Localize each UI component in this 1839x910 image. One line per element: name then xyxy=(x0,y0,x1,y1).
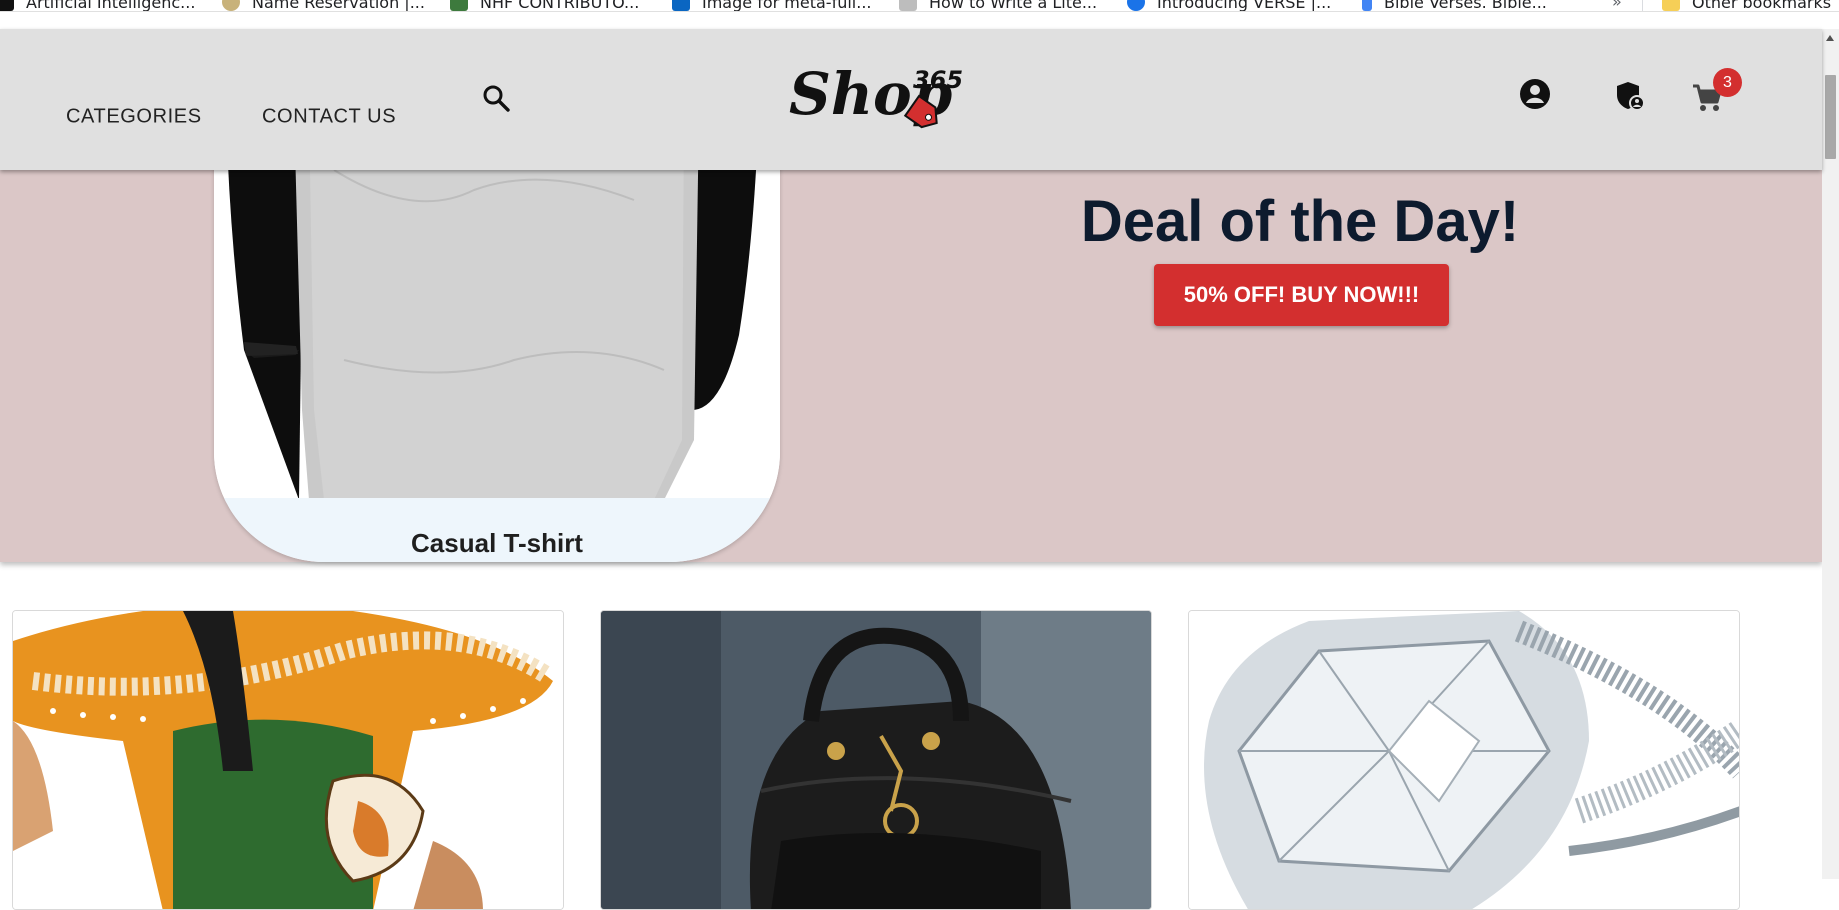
nav-categories-link[interactable]: CATEGORIES xyxy=(66,106,202,129)
product-card[interactable] xyxy=(12,610,564,910)
backpack-image xyxy=(601,611,1151,909)
bookmark-label: Introducing VERSE |... xyxy=(1157,0,1332,12)
bookmark-item[interactable]: Name Reservation |... xyxy=(222,0,425,12)
scroll-thumb[interactable] xyxy=(1825,75,1836,159)
bookmark-label: Bible Verses. Bible... xyxy=(1384,0,1547,12)
folder-icon xyxy=(1662,0,1680,11)
ai-favicon-icon xyxy=(0,0,14,11)
docs-favicon-icon xyxy=(1362,0,1372,11)
buy-now-button[interactable]: 50% OFF! BUY NOW!!! xyxy=(1154,264,1449,326)
linkedin-favicon-icon xyxy=(672,0,690,11)
featured-product-card[interactable]: Casual T-shirt xyxy=(214,110,780,562)
logo-superscript: 365 xyxy=(913,66,963,94)
site-header: CATEGORIES CONTACT US Shop 365 3 xyxy=(0,29,1822,170)
site-logo[interactable]: Shop 365 xyxy=(787,52,967,140)
bookmark-item[interactable]: How to Write a Lite... xyxy=(899,0,1098,12)
bookmark-item[interactable]: Artificial Intelligenc... xyxy=(0,0,196,12)
product-card[interactable] xyxy=(600,610,1152,910)
bookmark-label: How to Write a Lite... xyxy=(929,0,1098,12)
bookmark-label: NHF CONTRIBUTO... xyxy=(480,0,640,12)
other-bookmarks-label: Other bookmarks xyxy=(1692,0,1832,12)
bookmarks-divider xyxy=(1642,0,1643,11)
search-icon[interactable] xyxy=(482,84,510,112)
scroll-up-arrow-icon[interactable] xyxy=(1826,35,1834,41)
bookmark-item[interactable]: Introducing VERSE |... xyxy=(1127,0,1332,12)
bookmarks-overflow-button[interactable]: » xyxy=(1612,0,1622,11)
bookmark-label: Name Reservation |... xyxy=(252,0,425,12)
nav-contact-link[interactable]: CONTACT US xyxy=(262,106,396,129)
account-icon[interactable] xyxy=(1519,78,1551,110)
admin-shield-icon[interactable] xyxy=(1614,80,1646,112)
coat-of-arms-favicon-icon xyxy=(222,0,240,11)
deal-of-day-title: Deal of the Day! xyxy=(1080,189,1520,254)
bookmark-item[interactable]: Bible Verses. Bible... xyxy=(1362,0,1547,12)
book-favicon-icon xyxy=(899,0,917,11)
bookmarks-bar: Artificial Intelligenc... Name Reservati… xyxy=(0,0,1839,12)
bookmark-item[interactable]: NHF CONTRIBUTO... xyxy=(450,0,640,12)
featured-product-caption: Casual T-shirt xyxy=(411,528,583,558)
cart-count-badge: 3 xyxy=(1713,68,1742,97)
bookmark-item[interactable]: Image for meta-full... xyxy=(672,0,872,12)
verse-favicon-icon xyxy=(1127,0,1145,11)
nhf-favicon-icon xyxy=(450,0,468,11)
ring-image xyxy=(1189,611,1739,909)
bookmark-label: Image for meta-full... xyxy=(702,0,872,12)
other-bookmarks-folder[interactable]: Other bookmarks xyxy=(1662,0,1832,12)
dress-image xyxy=(13,611,563,909)
product-card[interactable] xyxy=(1188,610,1740,910)
bookmark-label: Artificial Intelligenc... xyxy=(26,0,196,12)
page-scrollbar[interactable] xyxy=(1822,29,1839,879)
